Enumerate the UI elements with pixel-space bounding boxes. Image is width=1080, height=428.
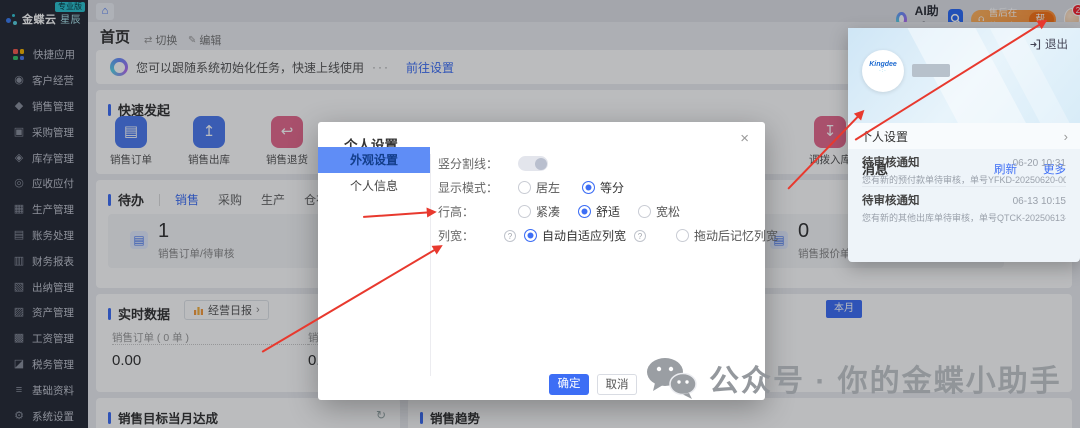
- vertical-divider-toggle[interactable]: [518, 156, 548, 171]
- column-width-label: 列宽：: [438, 227, 510, 244]
- close-icon[interactable]: ×: [740, 130, 749, 147]
- radio-compact[interactable]: 紧凑: [518, 203, 560, 220]
- cancel-button[interactable]: 取消: [597, 374, 637, 395]
- logout-button[interactable]: 退出: [1030, 36, 1068, 52]
- column-width-row: 列宽： ? 自动自适应列宽 ? 拖动后记忆列宽: [438, 227, 778, 244]
- radio-loose[interactable]: 宽松: [638, 203, 680, 220]
- watermark-text: 公众号 · 你的金蝶小助手: [709, 356, 1062, 400]
- radio-remember-drag-width[interactable]: 拖动后记忆列宽: [676, 227, 778, 244]
- kingdee-avatar[interactable]: Kingdee ·:·: [862, 50, 904, 92]
- confirm-button[interactable]: 确定: [549, 374, 589, 395]
- chevron-right-icon: ›: [1064, 129, 1068, 144]
- display-mode-row: 显示模式： 居左 等分: [438, 179, 624, 196]
- user-dropdown-panel: 退出 Kingdee ·:· 个人设置 › 消息 刷新 更多 待审核通知06-2…: [848, 28, 1080, 262]
- row-height-row: 行高： 紧凑 舒适 宽松: [438, 203, 680, 220]
- divider: [430, 154, 431, 376]
- message-item[interactable]: 待审核通知06-20 10:31 您有新的预付款单待审核，单号YFKD-2025…: [862, 154, 1066, 186]
- divider: [862, 186, 1066, 187]
- display-mode-label: 显示模式：: [438, 179, 510, 196]
- radio-auto-fit-width[interactable]: 自动自适应列宽: [524, 227, 626, 244]
- vertical-divider-label: 竖分割线：: [438, 155, 510, 172]
- wechat-icon: [645, 356, 697, 400]
- user-name-redacted: [912, 64, 950, 77]
- help-icon[interactable]: ?: [504, 230, 516, 242]
- radio-equal-split[interactable]: 等分: [582, 179, 624, 196]
- tab-personal-info[interactable]: 个人信息: [318, 173, 430, 199]
- user-panel-banner: 退出 Kingdee ·:·: [848, 28, 1080, 123]
- message-item[interactable]: 待审核通知06-13 10:15 您有新的其他出库单待审核，单号QTCK-202…: [862, 192, 1066, 224]
- personal-settings-entry[interactable]: 个人设置 ›: [848, 123, 1080, 149]
- watermark: 公众号 · 你的金蝶小助手: [645, 356, 1062, 400]
- logout-icon: [1030, 39, 1041, 50]
- radio-align-left[interactable]: 居左: [518, 179, 560, 196]
- app-screen: 金蝶云 星辰 专业版 快捷应用 ◉客户经营 ◆销售管理 ▣采购管理 ◈库存管理 …: [0, 0, 1080, 428]
- help-icon[interactable]: ?: [634, 230, 646, 242]
- radio-comfortable[interactable]: 舒适: [578, 203, 620, 220]
- tab-appearance-settings[interactable]: 外观设置: [318, 147, 430, 173]
- row-height-label: 行高：: [438, 203, 510, 220]
- vertical-divider-row: 竖分割线：: [438, 155, 548, 172]
